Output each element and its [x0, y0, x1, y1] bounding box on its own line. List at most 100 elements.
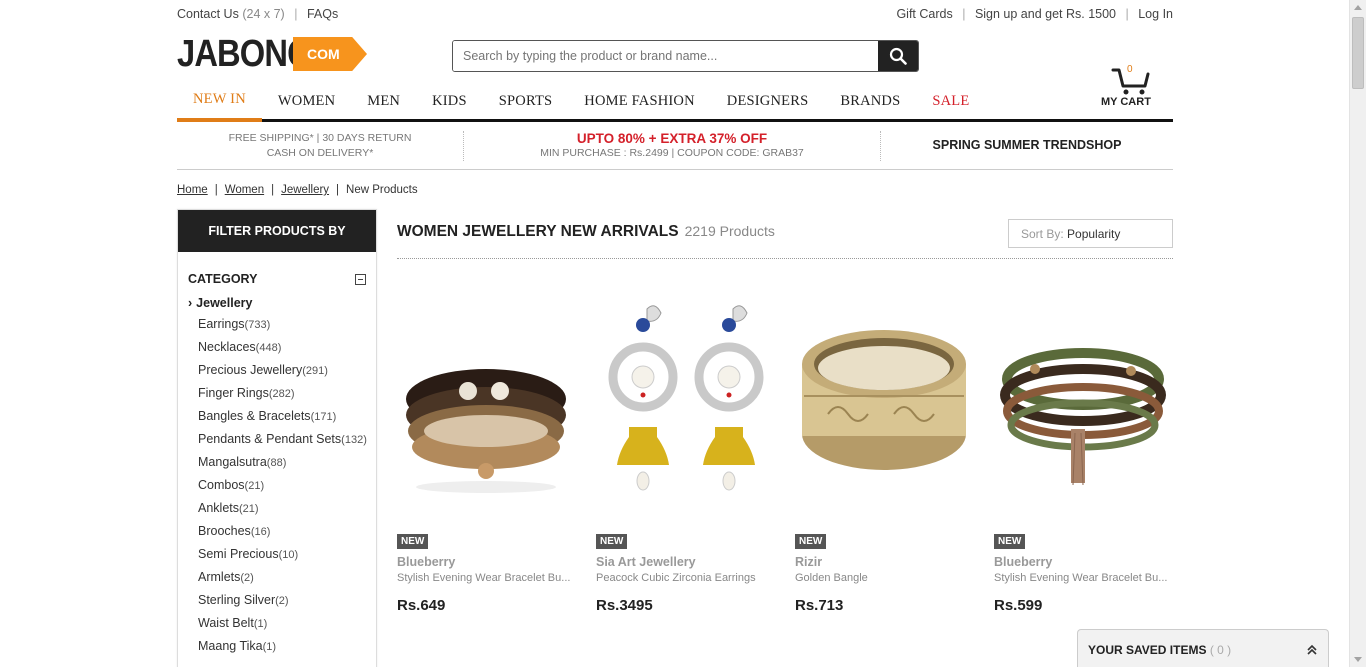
nav-kids[interactable]: KIDS: [416, 93, 483, 119]
category-item-brooches[interactable]: Brooches(16): [198, 523, 376, 546]
signup-link[interactable]: Sign up and get Rs. 1500: [975, 7, 1116, 21]
category-item-mangalsutra[interactable]: Mangalsutra(88): [198, 454, 376, 477]
page-scrollbar[interactable]: [1349, 0, 1366, 667]
product-description[interactable]: Stylish Evening Wear Bracelet Bu...: [994, 572, 1170, 584]
divider: |: [214, 184, 218, 196]
category-item-semi-precious[interactable]: Semi Precious(10): [198, 546, 376, 569]
divider: |: [962, 7, 966, 21]
category-name: Mangalsutra: [198, 455, 267, 469]
category-item-waist-belt[interactable]: Waist Belt(1): [198, 615, 376, 638]
contact-hours: (24 x 7): [242, 7, 285, 21]
filter-sidebar: FILTER PRODUCTS BY CATEGORY › Jewellery E…: [177, 209, 377, 667]
sort-dropdown[interactable]: Sort By: Popularity: [1008, 219, 1173, 248]
breadcrumb-women[interactable]: Women: [225, 184, 264, 196]
new-badge: NEW: [596, 534, 628, 549]
cart-icon: [1111, 68, 1150, 95]
breadcrumb-jewellery[interactable]: Jewellery: [281, 184, 329, 196]
breadcrumb-current: New Products: [346, 184, 418, 196]
category-filter-header[interactable]: CATEGORY: [178, 272, 376, 286]
category-item-pendants[interactable]: Pendants & Pendant Sets(132): [198, 431, 376, 454]
category-item-anklets[interactable]: Anklets(21): [198, 500, 376, 523]
product-brand[interactable]: Sia Art Jewellery: [596, 555, 795, 569]
gift-cards-link[interactable]: Gift Cards: [896, 7, 952, 21]
scroll-down-arrow-icon[interactable]: [1354, 657, 1362, 662]
product-brand[interactable]: Rizir: [795, 555, 994, 569]
category-item-precious-jewellery[interactable]: Precious Jewellery(291): [198, 362, 376, 385]
page-title: WOMEN JEWELLERY NEW ARRIVALS 2219 Product…: [397, 223, 775, 241]
saved-items-panel[interactable]: YOUR SAVED ITEMS ( 0 ): [1077, 629, 1329, 667]
scrollbar-thumb[interactable]: [1352, 17, 1364, 89]
offer-terms: MIN PURCHASE : Rs.2499 | COUPON CODE: GR…: [540, 146, 804, 159]
nav-brands[interactable]: BRANDS: [824, 93, 916, 119]
jabong-logo[interactable]: JABONG COM: [177, 33, 367, 75]
category-item-armlets[interactable]: Armlets(2): [198, 569, 376, 592]
category-count: (2): [275, 595, 289, 607]
category-name: Finger Rings: [198, 386, 269, 400]
filter-header: FILTER PRODUCTS BY: [178, 210, 376, 252]
category-count: (16): [250, 526, 271, 538]
bead-bracelet-image: [1000, 348, 1166, 486]
product-brand[interactable]: Blueberry: [397, 555, 596, 569]
product-count: 2219 Products: [684, 223, 775, 239]
product-card[interactable]: NEW Rizir Golden Bangle Rs.713: [795, 279, 994, 614]
selected-category[interactable]: › Jewellery: [178, 296, 376, 310]
nav-women[interactable]: WOMEN: [262, 93, 351, 119]
product-grid: NEW Blueberry Stylish Evening Wear Brace…: [397, 279, 1193, 614]
faqs-link[interactable]: FAQs: [307, 7, 338, 21]
product-description[interactable]: Peacock Cubic Zirconia Earrings: [596, 572, 772, 584]
nav-designers[interactable]: DESIGNERS: [711, 93, 825, 119]
listing-title: WOMEN JEWELLERY NEW ARRIVALS: [397, 223, 679, 240]
new-badge: NEW: [994, 534, 1026, 549]
product-image-bracelet-stack[interactable]: [397, 279, 575, 519]
chevron-right-icon: ›: [188, 296, 193, 310]
peacock-earrings-image: [608, 305, 764, 491]
category-count: (171): [310, 411, 337, 423]
nav-sports[interactable]: SPORTS: [483, 93, 569, 119]
category-item-maang-tika[interactable]: Maang Tika(1): [198, 638, 376, 661]
category-count: (1): [262, 641, 277, 653]
product-image-peacock-earrings[interactable]: [596, 279, 774, 519]
category-count: (291): [302, 365, 328, 377]
category-item-necklaces[interactable]: Necklaces(448): [198, 339, 376, 362]
product-description[interactable]: Stylish Evening Wear Bracelet Bu...: [397, 572, 573, 584]
trendshop-link[interactable]: SPRING SUMMER TRENDSHOP: [881, 138, 1173, 153]
contact-us-link[interactable]: Contact Us: [177, 7, 239, 21]
product-listing: WOMEN JEWELLERY NEW ARRIVALS 2219 Product…: [397, 219, 1173, 614]
category-item-sterling-silver[interactable]: Sterling Silver(2): [198, 592, 376, 615]
nav-home-fashion[interactable]: HOME FASHION: [568, 93, 711, 119]
double-chevron-up-icon[interactable]: [1306, 644, 1318, 656]
offer-banner[interactable]: UPTO 80% + EXTRA 37% OFF MIN PURCHASE : …: [464, 130, 881, 161]
product-description[interactable]: Golden Bangle: [795, 572, 971, 584]
product-card[interactable]: NEW Blueberry Stylish Evening Wear Brace…: [397, 279, 596, 614]
new-badge: NEW: [397, 534, 429, 549]
category-name: Precious Jewellery: [198, 363, 303, 377]
login-link[interactable]: Log In: [1138, 7, 1173, 21]
category-item-combos[interactable]: Combos(21): [198, 477, 376, 500]
scroll-up-arrow-icon[interactable]: [1354, 5, 1362, 10]
breadcrumb-home[interactable]: Home: [177, 184, 208, 196]
top-utility-bar: Contact Us (24 x 7) | FAQs Gift Cards | …: [177, 0, 1173, 28]
collapse-icon[interactable]: [355, 273, 366, 285]
divider: |: [1125, 7, 1129, 21]
category-count: (448): [255, 342, 282, 354]
product-image-bead-bracelet[interactable]: [994, 279, 1172, 519]
category-name: Combos: [198, 478, 245, 492]
category-item-bangles-bracelets[interactable]: Bangles & Bracelets(171): [198, 408, 376, 431]
nav-men[interactable]: MEN: [351, 93, 416, 119]
nav-new-in[interactable]: NEW IN: [177, 91, 262, 122]
product-image-golden-bangle[interactable]: [795, 279, 973, 519]
category-item-finger-rings[interactable]: Finger Rings(282): [198, 385, 376, 408]
nav-sale[interactable]: SALE: [916, 93, 985, 119]
sort-value: Popularity: [1067, 227, 1121, 241]
product-card[interactable]: NEW Sia Art Jewellery Peacock Cubic Zirc…: [596, 279, 795, 614]
saved-items-label: YOUR SAVED ITEMS: [1088, 642, 1207, 657]
breadcrumb: Home | Women | Jewellery | New Products: [177, 184, 1173, 200]
product-card[interactable]: NEW Blueberry Stylish Evening Wear Brace…: [994, 279, 1193, 614]
shipping-info[interactable]: FREE SHIPPING* | 30 DAYS RETURN CASH ON …: [177, 130, 464, 161]
cart-label: MY CART: [1101, 96, 1151, 108]
product-brand[interactable]: Blueberry: [994, 555, 1193, 569]
search-input[interactable]: [453, 41, 878, 71]
page-container: Contact Us (24 x 7) | FAQs Gift Cards | …: [177, 0, 1173, 200]
search-button[interactable]: [878, 41, 918, 71]
category-item-earrings[interactable]: Earrings(733): [198, 316, 376, 339]
